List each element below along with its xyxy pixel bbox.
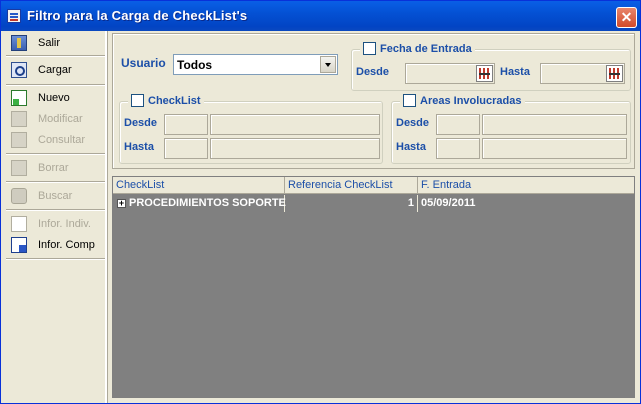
- fecha-desde-label: Desde: [356, 66, 390, 78]
- toolbar-separator: [6, 258, 105, 260]
- areas-hasta-desc[interactable]: [482, 138, 627, 159]
- areas-header: Areas Involucradas: [400, 94, 525, 107]
- checklist-hasta-label: Hasta: [124, 141, 154, 153]
- eye-icon: [11, 132, 27, 148]
- usuario-combo[interactable]: Todos: [173, 54, 338, 75]
- fecha-hasta-field[interactable]: [540, 63, 625, 84]
- app-icon: [7, 9, 21, 23]
- close-icon: ✕: [620, 9, 633, 25]
- checklist-hasta-desc[interactable]: [210, 138, 380, 159]
- toolbar-separator: [6, 84, 105, 86]
- toolbar-separator: [6, 153, 105, 155]
- sidebar-item-label: Modificar: [38, 113, 83, 125]
- checklist-hasta-code[interactable]: [164, 138, 208, 159]
- checklist-desde-desc[interactable]: [210, 114, 380, 135]
- calendar-icon[interactable]: [606, 65, 623, 82]
- report-icon: [11, 216, 27, 232]
- sidebar-item-label: Infor. Comp: [38, 239, 95, 251]
- cell-referencia: 1: [285, 195, 418, 212]
- cell-fecha: 05/09/2011: [421, 197, 476, 209]
- sidebar-item-cargar[interactable]: Cargar: [6, 59, 104, 81]
- cell-checklist-text: PROCEDIMIENTOS SOPORTE: [129, 197, 286, 209]
- sidebar-item-label: Nuevo: [38, 92, 70, 104]
- sidebar-item-label: Salir: [38, 37, 61, 49]
- sidebar-item-nuevo[interactable]: Nuevo: [6, 87, 104, 109]
- column-header-fecha[interactable]: F. Entrada: [418, 177, 634, 194]
- main-window: Filtro para la Carga de CheckList's ✕ Sa…: [0, 0, 641, 404]
- close-button[interactable]: ✕: [616, 7, 637, 28]
- usuario-combo-value: Todos: [177, 58, 213, 72]
- areas-group: Areas Involucradas Desde Hasta: [391, 94, 631, 164]
- fecha-hasta-label: Hasta: [500, 66, 530, 78]
- grid-header: CheckList Referencia CheckList F. Entrad…: [113, 177, 634, 194]
- sidebar-item-salir[interactable]: Salir: [6, 32, 104, 54]
- binoculars-icon: [11, 188, 27, 204]
- checklist-desde-code[interactable]: [164, 114, 208, 135]
- expand-plus-icon[interactable]: +: [117, 199, 126, 208]
- toolbar-separator: [6, 55, 105, 57]
- filter-panel: Usuario Todos Fecha de Entrada Desde Has…: [112, 33, 635, 169]
- checklist-title: CheckList: [148, 94, 201, 107]
- title-bar[interactable]: Filtro para la Carga de CheckList's ✕: [1, 1, 640, 31]
- chevron-down-icon[interactable]: [320, 56, 336, 73]
- fecha-entrada-title: Fecha de Entrada: [380, 42, 472, 55]
- calendar-icon[interactable]: [476, 65, 493, 82]
- column-header-referencia[interactable]: Referencia CheckList: [285, 177, 418, 194]
- eraser-icon: [11, 160, 27, 176]
- areas-checkbox[interactable]: [403, 94, 416, 107]
- sidebar-item-consultar[interactable]: Consultar: [6, 129, 104, 151]
- cell-checklist: + PROCEDIMIENTOS SOPORTE: [113, 195, 286, 212]
- sidebar-item-modificar[interactable]: Modificar: [6, 108, 104, 130]
- toolbar-separator: [6, 209, 105, 211]
- fecha-desde-field[interactable]: [405, 63, 495, 84]
- fecha-entrada-checkbox[interactable]: [363, 42, 376, 55]
- areas-hasta-code[interactable]: [436, 138, 480, 159]
- sidebar-item-infor-indiv[interactable]: Infor. Indiv.: [6, 213, 104, 235]
- areas-desde-label: Desde: [396, 117, 430, 129]
- sidebar-item-label: Consultar: [38, 134, 86, 146]
- magnifier-load-icon: [11, 62, 27, 78]
- areas-desde-code[interactable]: [436, 114, 480, 135]
- checklist-group: CheckList Desde Hasta: [119, 94, 383, 164]
- window-title: Filtro para la Carga de CheckList's: [27, 8, 248, 23]
- areas-desde-desc[interactable]: [482, 114, 627, 135]
- sidebar-item-label: Cargar: [38, 64, 72, 76]
- sidebar-item-borrar[interactable]: Borrar: [6, 157, 104, 179]
- new-record-icon: [11, 90, 27, 106]
- sidebar-item-infor-comp[interactable]: Infor. Comp: [6, 234, 104, 256]
- sidebar-item-label: Borrar: [38, 162, 69, 174]
- areas-hasta-label: Hasta: [396, 141, 426, 153]
- areas-title: Areas Involucradas: [420, 94, 522, 107]
- report-composite-icon: [11, 237, 27, 253]
- edit-icon: [11, 111, 27, 127]
- fecha-entrada-header: Fecha de Entrada: [360, 42, 475, 55]
- sidebar-item-buscar[interactable]: Buscar: [6, 185, 104, 207]
- exit-door-icon: [11, 35, 27, 51]
- checklist-desde-label: Desde: [124, 117, 158, 129]
- sidebar-toolbar: Salir Cargar Nuevo Modificar Consultar B…: [4, 31, 107, 403]
- toolbar-separator: [6, 181, 105, 183]
- checklist-checkbox[interactable]: [131, 94, 144, 107]
- fecha-entrada-group: Fecha de Entrada Desde Hasta: [351, 42, 631, 91]
- checklist-header: CheckList: [128, 94, 204, 107]
- sidebar-item-label: Infor. Indiv.: [38, 218, 91, 230]
- table-row[interactable]: + PROCEDIMIENTOS SOPORTE 1 05/09/2011: [113, 195, 634, 212]
- column-header-checklist[interactable]: CheckList: [113, 177, 285, 194]
- usuario-label: Usuario: [121, 56, 166, 70]
- sidebar-item-label: Buscar: [38, 190, 73, 202]
- results-grid[interactable]: CheckList Referencia CheckList F. Entrad…: [112, 176, 635, 398]
